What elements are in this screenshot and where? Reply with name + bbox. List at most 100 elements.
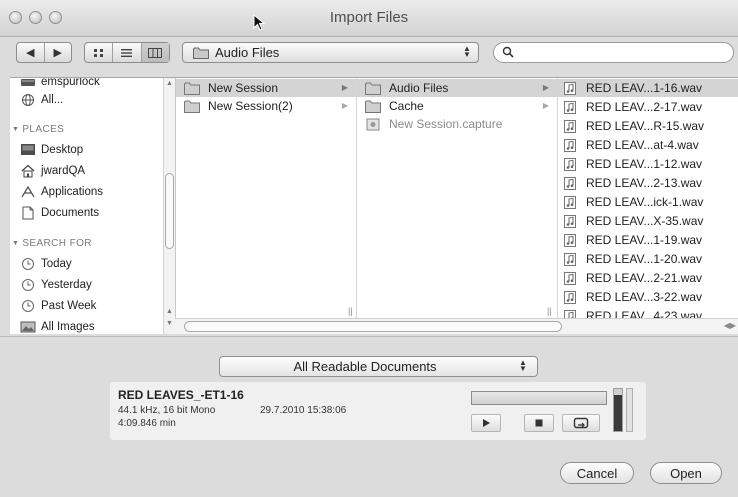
back-button[interactable]: ◀ [17,43,45,62]
sidebar-scroll-thumb[interactable] [165,173,174,249]
list-item[interactable]: New Session ▶ [176,79,356,97]
capture-document-icon [366,118,380,130]
horizontal-scroll-thumb[interactable] [184,321,562,332]
view-mode-buttons [84,42,170,63]
play-button[interactable] [471,414,501,432]
file-row[interactable]: RED LEAV...R-15.wav [558,117,738,135]
audio-file-icon [564,176,576,190]
loop-button[interactable] [562,414,600,432]
file-row[interactable]: RED LEAV...1-16.wav [558,79,738,97]
scroll-arrows-icon[interactable]: ◀▶ [724,321,736,330]
folder-label: Audio Files [389,81,449,95]
preview-date: 29.7.2010 15:38:06 [260,405,347,416]
scroll-up-arrow-icon[interactable]: ▲ [166,80,173,87]
cancel-button[interactable]: Cancel [560,462,634,484]
stop-button[interactable] [524,414,554,432]
search-field[interactable] [493,42,734,63]
sidebar-item-desktop[interactable]: Desktop [20,141,83,159]
folder-label: New Session [208,81,279,95]
navigation-buttons: ◀ ▶ [16,42,72,63]
volume-meter-secondary [626,388,633,432]
sidebar-item-today[interactable]: Today [20,255,72,273]
file-label: RED LEAV...1-12.wav [586,157,703,171]
folder-icon [193,47,209,59]
format-popup[interactable]: All Readable Documents ▲ ▼ [219,356,538,377]
folder-icon [184,100,200,113]
sidebar-item-all-images[interactable]: All Images [20,318,95,334]
file-row[interactable]: RED LEAV...at-4.wav [558,136,738,154]
audio-file-icon [564,290,576,304]
back-arrow-icon: ◀ [26,47,35,59]
stop-icon [535,419,543,427]
file-label: New Session.capture [389,117,503,131]
preview-duration: 4:09.846 min [118,418,176,429]
accessory-panel: All Readable Documents ▲ ▼ RED LEAVES_-ET… [0,336,738,497]
location-popup[interactable]: Audio Files ▲ ▼ [182,42,479,63]
forward-button[interactable]: ▶ [45,43,72,62]
sidebar-item-applications[interactable]: Applications [20,183,103,201]
browser-column-2: Audio Files ▶ Cache ▶ New Session.captur… [357,78,558,318]
search-for-header[interactable]: ▼ SEARCH FOR [12,238,92,249]
file-label: RED LEAV...3-22.wav [586,290,703,304]
scroll-up-arrow-icon[interactable]: ▲ [166,308,173,315]
file-row[interactable]: RED LEAV...1-20.wav [558,250,738,268]
icon-view-button[interactable] [85,43,114,62]
file-label: RED LEAV...2-13.wav [586,176,703,190]
drive-icon [21,79,35,86]
list-item[interactable]: New Session.capture [357,115,557,133]
browser-column-3: RED LEAV...1-16.wav RED LEAV...2-17.wav RE… [558,78,738,323]
playback-progress-bar[interactable] [471,391,607,405]
file-row[interactable]: RED LEAV...1-12.wav [558,155,738,173]
sidebar-item-label: All... [41,94,64,106]
desktop-icon [21,144,35,155]
folder-icon [184,82,200,95]
list-item[interactable]: Cache ▶ [357,97,557,115]
file-row[interactable]: RED LEAV...2-21.wav [558,269,738,287]
preview-format: 44.1 kHz, 16 bit Mono [118,405,216,416]
volume-meter-level [614,395,622,431]
sidebar-scrollbar[interactable]: ▲ ▲ ▼ [163,78,175,334]
file-row[interactable]: RED LEAV...2-13.wav [558,174,738,192]
open-button[interactable]: Open [650,462,722,484]
file-label: RED LEAV...X-35.wav [586,214,704,228]
popup-arrows-icon: ▲ ▼ [519,358,527,373]
list-view-button[interactable] [113,43,142,62]
sidebar-item-past-week[interactable]: Past Week [20,297,96,315]
folder-icon [365,100,381,113]
file-row[interactable]: RED LEAV...X-35.wav [558,212,738,230]
clock-icon [22,300,34,312]
volume-meter [613,388,623,432]
folder-label: Cache [389,99,424,113]
list-item[interactable]: Audio Files ▶ [357,79,557,97]
sidebar-item-jwardqa[interactable]: jwardQA [20,162,85,180]
applications-icon [21,185,35,198]
sidebar: emspurlock All... ▼ PLACES Desktop jward… [10,78,176,334]
file-label: RED LEAV...ick-1.wav [586,195,704,209]
search-for-header-label: SEARCH FOR [22,238,92,249]
file-label: RED LEAV...2-17.wav [586,100,703,114]
sidebar-item-emspurlock[interactable]: emspurlock [20,78,100,91]
sidebar-item-all[interactable]: All... [20,91,63,109]
sidebar-item-yesterday[interactable]: Yesterday [20,276,92,294]
browser-horizontal-scrollbar[interactable]: ◀▶ [175,318,738,334]
file-row[interactable]: RED LEAV...2-17.wav [558,98,738,116]
audio-file-icon [564,100,576,114]
list-item[interactable]: New Session(2) ▶ [176,97,356,115]
preview-file-name: RED LEAVES_-ET1-16 [118,388,244,402]
sidebar-item-label: Today [41,258,72,270]
file-label: RED LEAV...1-16.wav [586,81,703,95]
places-header-label: PLACES [22,124,65,135]
scroll-down-arrow-icon[interactable]: ▼ [166,320,173,327]
file-row[interactable]: RED LEAV...1-19.wav [558,231,738,249]
file-row[interactable]: RED LEAV...ick-1.wav [558,193,738,211]
disclosure-arrow-icon: ▶ [542,101,549,110]
sidebar-item-documents[interactable]: Documents [20,204,99,222]
column-resize-handle[interactable]: || [547,306,552,316]
column-view-icon [148,47,163,58]
search-icon [502,46,514,58]
column-view-button[interactable] [141,43,169,62]
file-row[interactable]: RED LEAV...3-22.wav [558,288,738,306]
disclosure-arrow-icon: ▶ [542,83,549,92]
places-header[interactable]: ▼ PLACES [12,124,64,135]
column-resize-handle[interactable]: || [348,306,353,316]
